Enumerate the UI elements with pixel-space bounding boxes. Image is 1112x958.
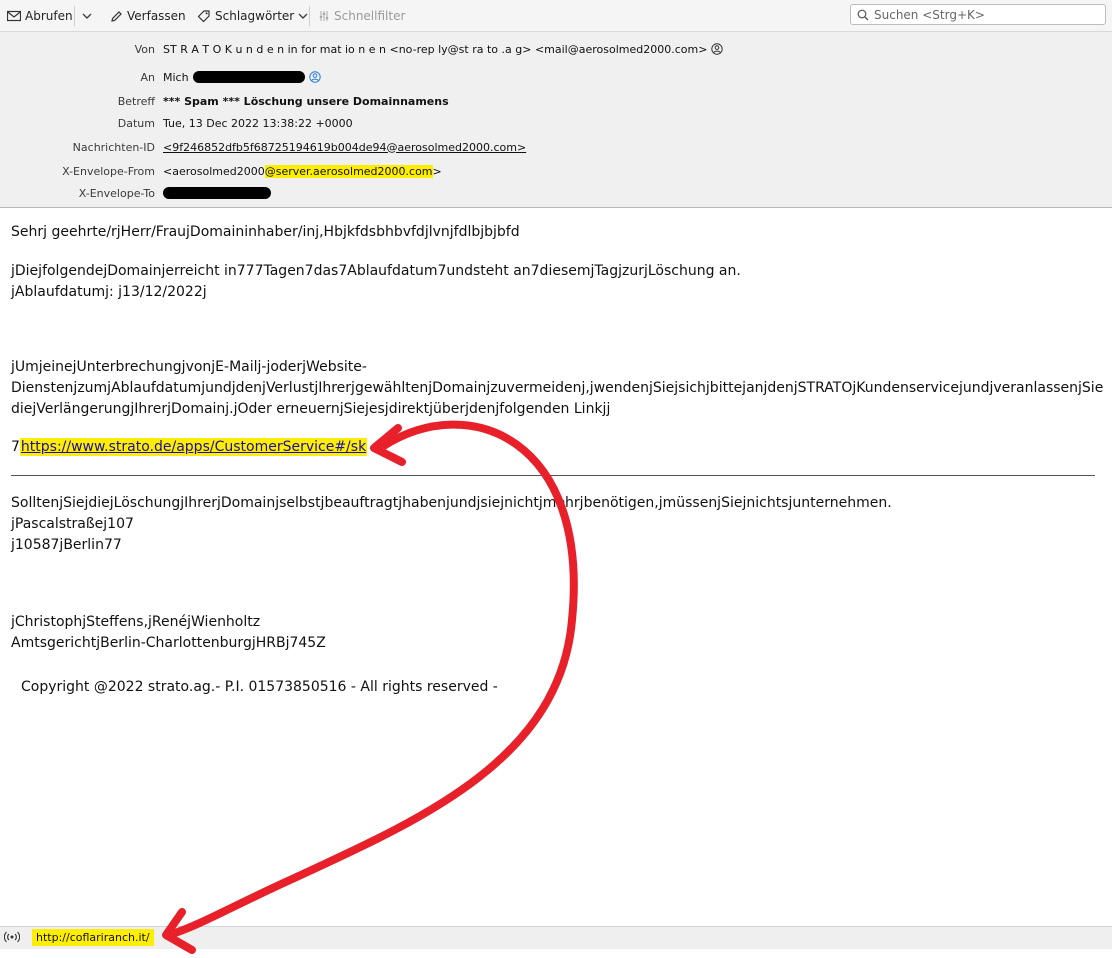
status-url: http://coflariranch.it/ (32, 929, 154, 946)
envelope-from-prefix: <aerosolmed2000 (163, 164, 265, 178)
strato-link[interactable]: https://www.strato.de/apps/CustomerServi… (19, 438, 368, 456)
envelope-from-suffix: > (432, 164, 442, 178)
subject-label: Betreff (117, 94, 155, 108)
to-address[interactable]: Mich (163, 71, 189, 84)
tags-button[interactable]: Schlagwörter (197, 6, 308, 26)
fetch-label: Abrufen (25, 9, 73, 23)
from-label: Von (134, 42, 155, 56)
toolbar-divider (74, 6, 75, 26)
tags-label: Schlagwörter (215, 9, 295, 23)
search-icon (857, 9, 869, 20)
contact-icon[interactable] (308, 71, 321, 83)
divider-line (11, 475, 1095, 476)
body-line: j10587jBerlin77 (11, 537, 122, 553)
link-line: 7https://www.strato.de/apps/CustomerServ… (11, 437, 368, 457)
header-row-subject: Betreff *** Spam *** Löschung unsere Dom… (0, 92, 1112, 110)
date-label: Datum (117, 116, 155, 130)
envelope-from-label: X-Envelope-From (62, 164, 155, 178)
body-line: jChristophjSteffens,jRenéjWienholtz (11, 614, 261, 630)
envelope-from-value: <aerosolmed2000 @server.aerosolmed2000.co… (163, 164, 442, 178)
fetch-button[interactable]: Abrufen (7, 6, 73, 26)
message-id-label: Nachrichten-ID (72, 140, 155, 154)
link-prefix: 7 (11, 439, 20, 455)
connection-status-icon[interactable] (4, 931, 20, 943)
message-id-link[interactable]: <9f246852dfb5f68725194619b004de94@aeroso… (163, 141, 526, 154)
envelope-from-highlight: @server.aerosolmed2000.com (264, 164, 433, 178)
envelope-to-label: X-Envelope-To (78, 186, 155, 200)
chevron-down-icon (298, 13, 308, 19)
toolbar-divider (309, 6, 310, 26)
quickfilter-label: Schnellfilter (334, 9, 406, 23)
contact-icon[interactable] (711, 43, 724, 55)
pencil-icon (111, 10, 122, 22)
redaction-bar (192, 71, 305, 83)
body-line: AmtsgerichtjBerlin-CharlottenburgjHRBj74… (11, 635, 326, 651)
from-address[interactable]: ST R A T O K u n d e n in for mat io n e… (163, 43, 707, 56)
fetch-dropdown-button[interactable] (82, 6, 92, 26)
toolbar: Abrufen Verfassen Schlagwörter Schnellfi… (0, 0, 1112, 32)
filter-sliders-icon (319, 11, 329, 21)
body-line: DienstenjzumjAblaufdatumjundjdenjVerlust… (11, 380, 1104, 396)
header-row-envelope-from: X-Envelope-From <aerosolmed2000 @server.a… (0, 162, 1112, 180)
greeting-text: Sehrj geehrte/rjHerr/FraujDomaininhaber/… (11, 224, 520, 240)
date-value: Tue, 13 Dec 2022 13:38:22 +0000 (163, 116, 353, 130)
from-value[interactable]: ST R A T O K u n d e n in for mat io n e… (163, 43, 724, 56)
body-line: SolltenjSiejdiejLöschungjIhrerjDomainjse… (11, 495, 892, 511)
header-row-message-id: Nachrichten-ID <9f246852dfb5f68725194619… (0, 138, 1112, 156)
body-line: diejVerlängerungjIhrerjDomainj.jOder ern… (11, 401, 611, 417)
header-row-from: Von ST R A T O K u n d e n in for mat io… (0, 40, 1112, 58)
compose-button[interactable]: Verfassen (110, 6, 186, 26)
envelope-icon (7, 10, 21, 22)
to-label: An (140, 70, 156, 84)
body-line: jUmjeinejUnterbrechungjvonjE-Mailj-joder… (11, 359, 367, 375)
envelope-to-value (163, 187, 271, 199)
compose-label: Verfassen (127, 9, 186, 23)
search-input[interactable] (874, 7, 1094, 22)
header-row-to: An Mich (0, 68, 1112, 86)
tag-icon (197, 10, 210, 23)
quickfilter-button[interactable]: Schnellfilter (318, 6, 405, 26)
subject-value: *** Spam *** Löschung unsere Domainnamen… (163, 94, 449, 108)
header-row-envelope-to: X-Envelope-To (0, 184, 1112, 202)
chevron-down-icon (82, 13, 92, 19)
message-headers: Von ST R A T O K u n d e n in for mat io… (0, 32, 1112, 208)
to-value[interactable]: Mich (163, 71, 321, 84)
copyright-text: Copyright @2022 strato.ag.- P.I. 0157385… (21, 679, 498, 695)
redaction-bar (163, 187, 271, 199)
body-line: jDiejfolgendejDomainjerreicht in777Tagen… (11, 263, 741, 279)
header-row-date: Datum Tue, 13 Dec 2022 13:38:22 +0000 (0, 114, 1112, 132)
status-bar: http://coflariranch.it/ (0, 926, 1112, 949)
body-line: jPascalstraßej107 (11, 516, 134, 532)
body-line: jAblaufdatumj: j13/12/2022j (11, 284, 207, 300)
search-box[interactable] (850, 4, 1106, 25)
